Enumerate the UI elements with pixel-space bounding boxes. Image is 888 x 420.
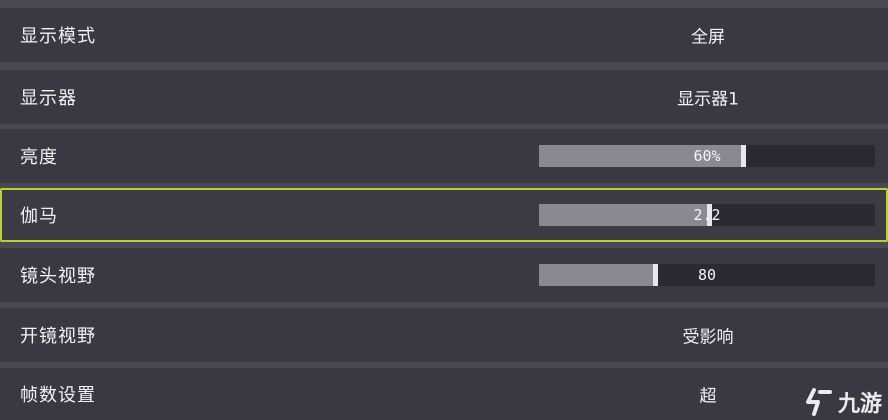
- setting-row-gamma[interactable]: 伽马 2.2: [0, 188, 888, 242]
- setting-row-monitor[interactable]: 显示器 显示器1: [0, 70, 888, 124]
- setting-row-brightness[interactable]: 亮度 60%: [0, 129, 888, 183]
- slider-handle[interactable]: [740, 145, 746, 167]
- brightness-slider[interactable]: 60%: [539, 145, 875, 167]
- setting-row-camera-fov[interactable]: 镜头视野 80: [0, 248, 888, 302]
- setting-row-display-mode[interactable]: 显示模式 全屏: [0, 8, 888, 62]
- frame-rate-value[interactable]: 超: [660, 382, 756, 407]
- slider-fill: [539, 204, 707, 226]
- display-mode-value[interactable]: 全屏: [660, 23, 756, 48]
- slider-fill: [539, 264, 654, 286]
- setting-row-scope-fov[interactable]: 开镜视野 受影响: [0, 308, 888, 362]
- setting-label: 伽马: [20, 206, 58, 227]
- camera-fov-slider[interactable]: 80: [539, 264, 875, 286]
- jiuyou-logo-icon: [805, 388, 832, 416]
- watermark-logo: 九游: [804, 386, 882, 418]
- setting-row-frame-rate[interactable]: 帧数设置 超: [0, 368, 888, 420]
- setting-label: 镜头视野: [20, 266, 96, 287]
- scope-fov-value[interactable]: 受影响: [660, 323, 756, 348]
- slider-fill: [539, 145, 741, 167]
- slider-handle[interactable]: [653, 264, 659, 286]
- monitor-value[interactable]: 显示器1: [660, 85, 756, 110]
- watermark-text: 九游: [837, 392, 882, 417]
- setting-label: 显示模式: [20, 26, 96, 47]
- setting-label: 亮度: [20, 147, 58, 168]
- settings-panel: 显示模式 全屏 显示器 显示器1 亮度 60% 伽马 2.2 镜头视野 80 开…: [0, 0, 888, 420]
- gamma-slider[interactable]: 2.2: [539, 204, 875, 226]
- setting-label: 开镜视野: [20, 326, 96, 347]
- setting-label: 显示器: [20, 88, 77, 109]
- setting-label: 帧数设置: [20, 385, 96, 406]
- slider-handle[interactable]: [707, 204, 712, 226]
